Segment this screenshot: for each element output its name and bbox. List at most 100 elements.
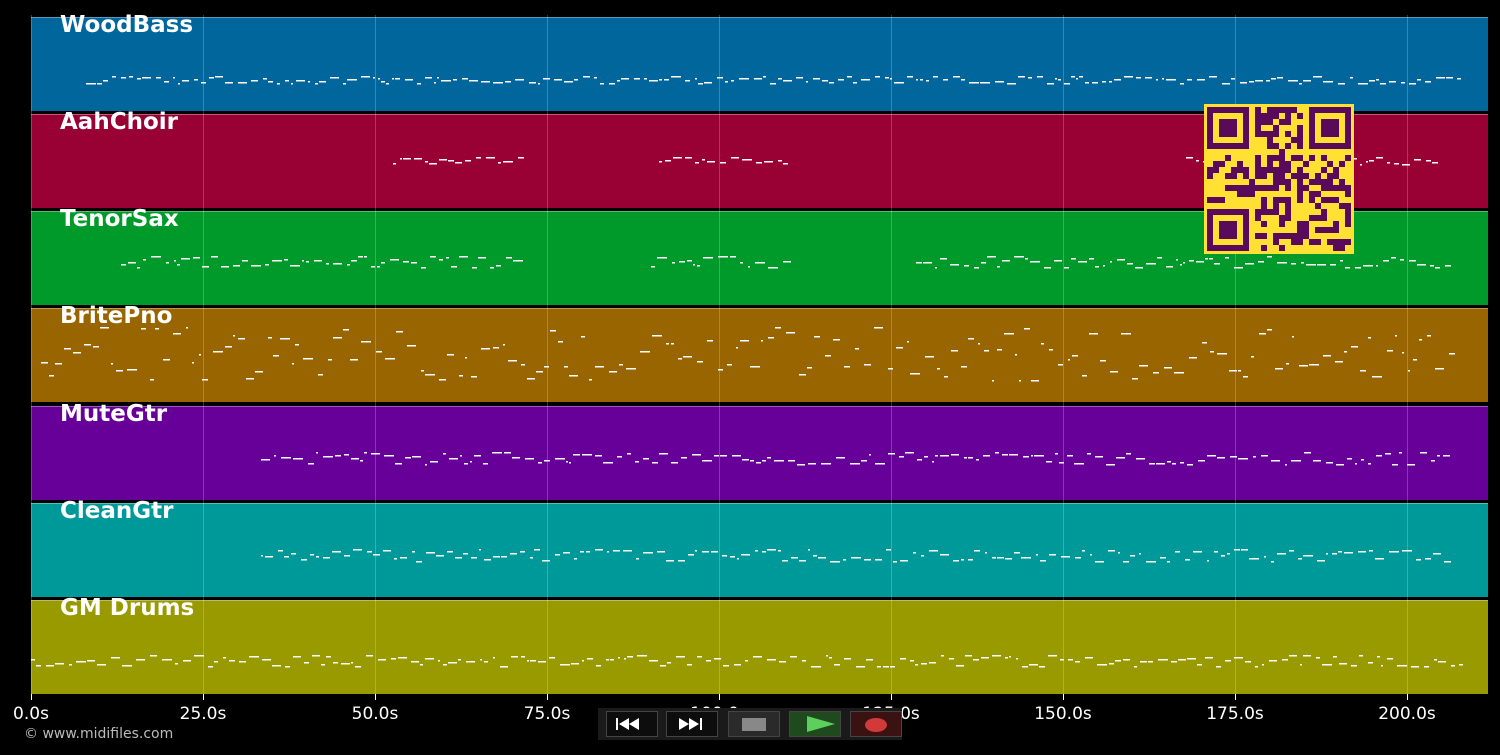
note xyxy=(366,655,373,657)
rewind-button[interactable] xyxy=(606,711,658,737)
note xyxy=(1249,558,1259,560)
note xyxy=(292,363,294,365)
note xyxy=(678,358,682,360)
qr-module xyxy=(1237,191,1243,197)
note-lane xyxy=(41,327,1455,382)
note xyxy=(741,554,750,556)
qr-module xyxy=(1255,215,1261,221)
note xyxy=(93,346,99,348)
note xyxy=(1075,661,1080,663)
qr-module xyxy=(1267,119,1273,125)
record-button[interactable] xyxy=(850,711,902,737)
note xyxy=(394,558,397,560)
note xyxy=(425,374,435,376)
note xyxy=(312,655,320,657)
track-britepno[interactable]: BritePno xyxy=(31,303,1488,402)
note xyxy=(657,257,667,259)
qr-module xyxy=(1219,131,1225,137)
note xyxy=(722,555,727,557)
qr-module xyxy=(1219,209,1225,215)
track-mutegtr[interactable]: MuteGtr xyxy=(31,401,1488,500)
note xyxy=(1196,261,1204,263)
note xyxy=(1048,655,1057,657)
note xyxy=(762,460,766,462)
note xyxy=(836,457,845,459)
note xyxy=(783,163,788,165)
note xyxy=(1217,457,1225,459)
note xyxy=(239,661,246,663)
note xyxy=(328,359,332,361)
qr-module xyxy=(1207,107,1213,113)
note xyxy=(1417,264,1426,266)
note xyxy=(1024,328,1030,330)
note xyxy=(1019,380,1021,382)
qr-module xyxy=(1303,173,1309,179)
note xyxy=(263,78,267,80)
note xyxy=(992,655,1001,657)
note xyxy=(484,559,491,561)
note xyxy=(740,340,749,342)
note xyxy=(534,549,540,551)
note xyxy=(981,657,989,659)
note xyxy=(430,256,436,258)
note xyxy=(326,263,329,265)
track-woodbass[interactable]: WoodBass xyxy=(31,12,1488,111)
qr-module xyxy=(1309,143,1315,149)
note xyxy=(636,558,639,560)
note xyxy=(932,461,934,463)
qr-module xyxy=(1267,143,1273,149)
qr-module xyxy=(1213,245,1219,251)
note xyxy=(923,262,932,264)
qr-module xyxy=(1297,167,1303,173)
note xyxy=(731,80,734,82)
fast-forward-button[interactable] xyxy=(666,711,718,737)
note xyxy=(1167,561,1170,563)
note xyxy=(1139,553,1141,555)
note xyxy=(1339,663,1347,665)
qr-module xyxy=(1225,143,1231,149)
note xyxy=(864,364,871,366)
qr-module xyxy=(1213,167,1219,173)
note xyxy=(446,257,449,259)
qr-module xyxy=(1315,227,1321,233)
qr-module xyxy=(1345,125,1351,131)
qr-module xyxy=(1231,245,1237,251)
track-cleangtr[interactable]: CleanGtr xyxy=(31,498,1488,597)
note xyxy=(414,158,422,160)
note xyxy=(1430,265,1434,267)
note xyxy=(1437,455,1440,457)
note xyxy=(128,262,136,264)
note xyxy=(621,78,629,80)
note xyxy=(383,550,391,552)
note xyxy=(844,366,850,368)
note xyxy=(1109,663,1114,665)
tick-mark xyxy=(375,694,376,700)
track-gm-drums[interactable]: GM Drums xyxy=(31,595,1488,694)
qr-module xyxy=(1237,161,1243,167)
note xyxy=(935,267,937,269)
note xyxy=(1041,343,1044,345)
note xyxy=(905,452,914,454)
play-button[interactable] xyxy=(789,711,841,737)
note xyxy=(951,454,959,456)
note xyxy=(1392,464,1398,466)
note xyxy=(657,551,665,553)
note xyxy=(513,260,523,262)
qr-module xyxy=(1255,119,1261,125)
qr-module xyxy=(1291,173,1297,179)
qr-module xyxy=(1291,137,1297,143)
stop-button[interactable] xyxy=(728,711,780,737)
note xyxy=(472,267,477,269)
note xyxy=(707,161,715,163)
note xyxy=(347,79,357,81)
note xyxy=(679,261,685,263)
note xyxy=(1317,264,1326,266)
qr-module xyxy=(1321,197,1327,203)
note xyxy=(768,267,778,269)
note xyxy=(304,662,309,664)
qr-module xyxy=(1327,119,1333,125)
qr-module xyxy=(1255,185,1261,191)
note xyxy=(1172,463,1176,465)
note xyxy=(273,355,279,357)
note xyxy=(1072,355,1078,357)
